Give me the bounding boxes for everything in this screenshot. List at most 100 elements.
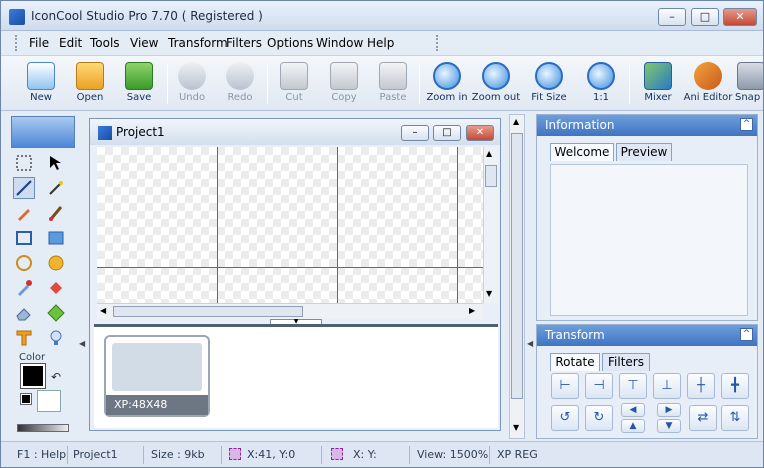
text-t-icon xyxy=(16,330,32,346)
workspace-scroll-thumb[interactable] xyxy=(511,133,523,399)
rectangle-tool[interactable] xyxy=(13,227,35,249)
doc-minimize-button[interactable]: – xyxy=(401,125,429,141)
reset-colors-icon[interactable] xyxy=(20,393,32,405)
rotate-right-icon: ↻ xyxy=(593,410,605,425)
flip-horizontal-button[interactable]: ⇄ xyxy=(689,405,717,431)
magnifier-minus-icon xyxy=(482,62,510,90)
ellipse-tool[interactable] xyxy=(13,252,35,274)
align-bottom-button[interactable]: ⊥ xyxy=(653,373,681,399)
icon-canvas[interactable] xyxy=(97,147,483,303)
menu-edit[interactable]: Edit xyxy=(59,36,82,50)
scroll-up-arrow[interactable]: ▲ xyxy=(513,117,519,126)
canvas-vertical-scrollbar[interactable]: ▲ ▼ xyxy=(483,147,498,303)
rotate-right-button[interactable]: ↻ xyxy=(585,405,613,431)
document-icon xyxy=(98,126,112,140)
status-help: F1 : Help xyxy=(17,448,67,461)
text-tool[interactable] xyxy=(13,327,35,349)
shift-down-button[interactable]: ▼ xyxy=(657,419,681,433)
workspace-vertical-scrollbar[interactable]: ▲ ▼ xyxy=(509,114,525,439)
tab-filters[interactable]: Filters xyxy=(602,353,650,371)
gradient-tool[interactable] xyxy=(45,302,67,324)
scroll-down-arrow[interactable]: ▼ xyxy=(486,289,492,298)
menu-transform[interactable]: Transform xyxy=(168,36,228,50)
menu-tools[interactable]: Tools xyxy=(90,36,120,50)
right-collapse-arrow[interactable]: ◀ xyxy=(527,339,533,348)
collapse-icon[interactable]: ^ xyxy=(740,118,753,131)
canvas-horizontal-scrollbar[interactable]: ◀ ▶ xyxy=(97,303,483,319)
scroll-up-arrow[interactable]: ▲ xyxy=(486,149,492,158)
collapse-icon[interactable]: ^ xyxy=(740,328,753,341)
menu-view[interactable]: View xyxy=(130,36,158,50)
opacity-slider[interactable] xyxy=(17,424,69,432)
eraser-tool[interactable] xyxy=(13,302,35,324)
snap-button[interactable]: Snap xyxy=(731,60,763,110)
filled-rectangle-icon xyxy=(48,231,64,245)
menu-grip[interactable] xyxy=(15,35,18,51)
shift-right-button[interactable]: ▶ xyxy=(657,403,681,417)
filled-rectangle-tool[interactable] xyxy=(45,227,67,249)
format-thumbnail[interactable]: XP:48X48 xyxy=(104,335,210,417)
new-button[interactable]: New xyxy=(16,60,66,110)
left-collapse-arrow[interactable]: ◀ xyxy=(79,339,85,348)
tab-welcome[interactable]: Welcome xyxy=(550,143,614,161)
menu-file[interactable]: File xyxy=(29,36,49,50)
filled-ellipse-tool[interactable] xyxy=(45,252,67,274)
scroll-left-arrow[interactable]: ◀ xyxy=(100,306,106,315)
maximize-button[interactable]: □ xyxy=(691,8,719,26)
save-button[interactable]: Save xyxy=(114,60,164,110)
fit-size-button[interactable]: Fit Size xyxy=(524,60,574,110)
tab-preview[interactable]: Preview xyxy=(616,143,672,161)
foreground-color-swatch[interactable] xyxy=(20,363,46,389)
background-color-swatch[interactable] xyxy=(37,390,61,412)
flip-vertical-button[interactable]: ⇅ xyxy=(721,405,749,431)
shift-up-button[interactable]: ▲ xyxy=(621,419,645,433)
swap-colors-icon[interactable]: ↶ xyxy=(51,370,61,384)
doc-maximize-button[interactable]: □ xyxy=(433,125,461,141)
shift-left-button[interactable]: ◀ xyxy=(621,403,645,417)
mixer-button[interactable]: Mixer xyxy=(633,60,683,110)
pencil-tool[interactable] xyxy=(13,202,35,224)
zoom-in-button[interactable]: Zoom in xyxy=(422,60,472,110)
copy-button[interactable]: Copy xyxy=(319,60,369,110)
scroll-down-arrow[interactable]: ▼ xyxy=(513,423,519,432)
eyedropper-icon xyxy=(18,280,32,296)
paste-button[interactable]: Paste xyxy=(368,60,418,110)
menu-options[interactable]: Options xyxy=(267,36,313,50)
zoom-out-button[interactable]: Zoom out xyxy=(471,60,521,110)
center-vertical-button[interactable]: ╋ xyxy=(721,373,749,399)
line-tool[interactable] xyxy=(13,177,35,199)
rotate-left-button[interactable]: ↺ xyxy=(551,405,579,431)
brush-tool[interactable] xyxy=(45,202,67,224)
horizontal-scroll-thumb[interactable] xyxy=(113,306,303,317)
close-button[interactable]: ✕ xyxy=(723,8,757,26)
scroll-right-arrow[interactable]: ▶ xyxy=(469,306,475,315)
actual-size-button[interactable]: 1:1 xyxy=(576,60,626,110)
center-horizontal-button[interactable]: ┼ xyxy=(687,373,715,399)
effect-tool[interactable] xyxy=(45,327,67,349)
status-format: XP REG xyxy=(497,448,538,461)
vertical-scroll-thumb[interactable] xyxy=(485,165,497,187)
doc-close-button[interactable]: ✕ xyxy=(466,125,494,141)
main-toolbar: New Open Save Undo Redo Cut Copy Paste Z… xyxy=(1,55,763,111)
align-top-button[interactable]: ⊤ xyxy=(619,373,647,399)
undo-button[interactable]: Undo xyxy=(167,60,217,110)
menu-window[interactable]: Window xyxy=(316,36,363,50)
minimize-button[interactable]: – xyxy=(658,8,686,26)
menu-filters[interactable]: Filters xyxy=(226,36,262,50)
align-left-button[interactable]: ⊢ xyxy=(551,373,579,399)
redo-button[interactable]: Redo xyxy=(215,60,265,110)
thumbnail-strip: XP:48X48 xyxy=(94,324,498,428)
color-picker-tool[interactable] xyxy=(13,277,35,299)
align-right-button[interactable]: ⊣ xyxy=(585,373,613,399)
menu-help[interactable]: Help xyxy=(367,36,394,50)
ani-editor-button[interactable]: Ani Editor xyxy=(683,60,733,110)
move-tool[interactable] xyxy=(45,152,67,174)
magic-wand-tool[interactable] xyxy=(45,177,67,199)
rect-select-tool[interactable] xyxy=(13,152,35,174)
fill-tool[interactable] xyxy=(45,277,67,299)
menu-grip-right[interactable] xyxy=(436,35,439,51)
tab-rotate[interactable]: Rotate xyxy=(550,353,600,371)
open-button[interactable]: Open xyxy=(65,60,115,110)
palette-header[interactable] xyxy=(11,116,75,148)
cut-button[interactable]: Cut xyxy=(269,60,319,110)
